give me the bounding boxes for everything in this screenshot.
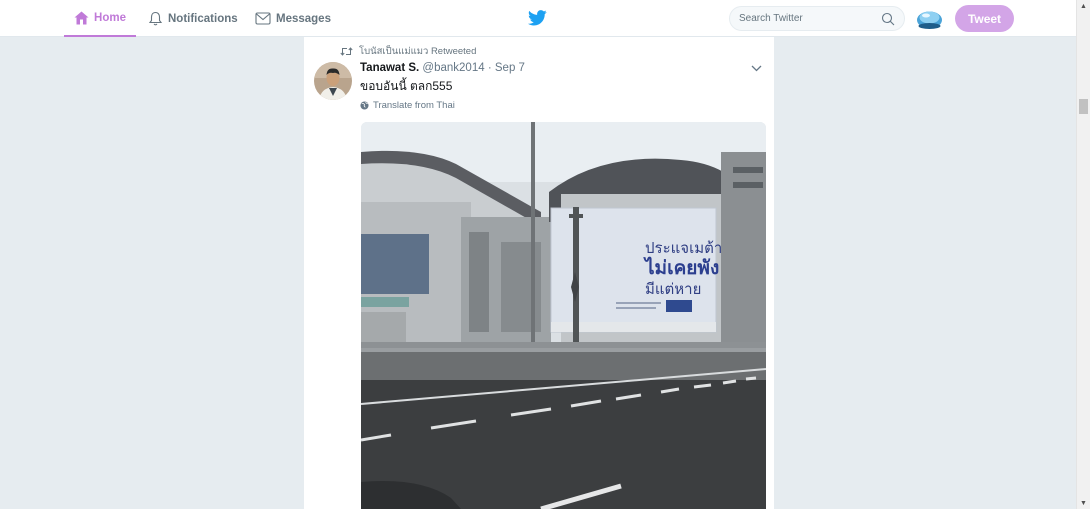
billboard-line-1: ประแจเมต้า bbox=[645, 239, 723, 258]
tweet-date[interactable]: Sep 7 bbox=[495, 62, 525, 74]
tweet-card[interactable]: โบนัสเป็นแม่แมว Retweeted Tanawat S. @ba… bbox=[304, 37, 774, 509]
tweet-button[interactable]: Tweet bbox=[955, 5, 1014, 32]
nav-messages-label: Messages bbox=[276, 12, 331, 25]
billboard-text: ประแจเมต้า ไม่เคยพัง มีแต่หาย bbox=[609, 209, 766, 329]
tweet-text: ขอบอันนี้ ตลก555 bbox=[360, 79, 453, 93]
search-icon[interactable] bbox=[881, 12, 895, 26]
chevron-down-icon[interactable] bbox=[751, 65, 762, 72]
retweet-context[interactable]: โบนัสเป็นแม่แมว Retweeted bbox=[340, 44, 476, 59]
nav-notifications-label: Notifications bbox=[168, 12, 238, 25]
author-handle[interactable]: @bank2014 bbox=[422, 62, 484, 74]
retweeted-by-label: โบนัสเป็นแม่แมว Retweeted bbox=[359, 46, 477, 57]
retweet-icon bbox=[340, 47, 353, 56]
nav-home-tab[interactable]: Home bbox=[64, 0, 136, 37]
tweet-header: Tanawat S. @bank2014 · Sep 7 bbox=[360, 62, 525, 74]
translate-label: Translate from Thai bbox=[373, 100, 455, 111]
translate-link[interactable]: Translate from Thai bbox=[360, 100, 455, 111]
home-icon bbox=[74, 11, 89, 24]
scroll-down-arrow[interactable]: ▼ bbox=[1077, 497, 1090, 509]
scrollbar-thumb[interactable] bbox=[1079, 99, 1088, 114]
user-avatar[interactable] bbox=[916, 6, 943, 33]
nav-home-label: Home bbox=[94, 11, 126, 24]
search-input[interactable] bbox=[739, 13, 874, 24]
billboard-line-2: ไม่เคยพัง bbox=[645, 257, 720, 280]
nav-messages-tab[interactable]: Messages bbox=[255, 0, 331, 37]
top-navigation-bar: Home Notifications Messages Tweet bbox=[0, 0, 1076, 37]
twitter-bird-icon[interactable] bbox=[528, 10, 547, 26]
globe-icon bbox=[360, 101, 369, 110]
bell-icon bbox=[148, 11, 163, 26]
scroll-up-arrow[interactable]: ▲ bbox=[1077, 0, 1090, 12]
tweet-photo[interactable]: ประแจเมต้า ไม่เคยพัง มีแต่หาย bbox=[361, 122, 766, 509]
page-scrollbar[interactable]: ▲ ▼ bbox=[1076, 0, 1090, 509]
search-box[interactable] bbox=[729, 6, 905, 31]
envelope-icon bbox=[255, 12, 271, 25]
billboard-line-3: มีแต่หาย bbox=[645, 279, 702, 298]
author-avatar[interactable] bbox=[314, 62, 352, 100]
nav-notifications-tab[interactable]: Notifications bbox=[148, 0, 238, 37]
header-separator: · bbox=[487, 62, 492, 74]
author-name[interactable]: Tanawat S. bbox=[360, 62, 419, 74]
